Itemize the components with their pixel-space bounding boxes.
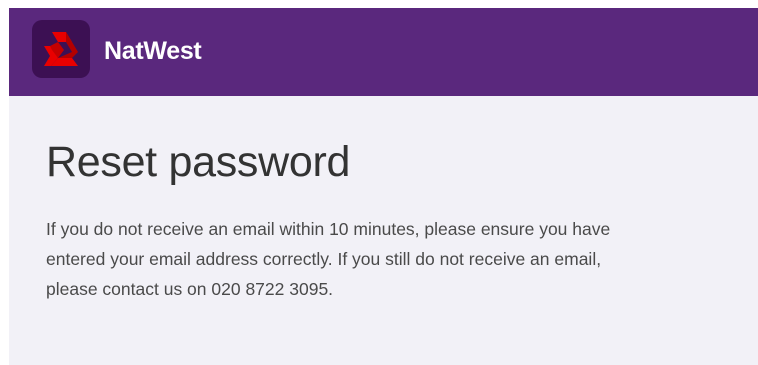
main-content: Reset password If you do not receive an … xyxy=(46,134,626,304)
page-title: Reset password xyxy=(46,138,351,186)
natwest-chevrons-icon xyxy=(44,32,78,66)
natwest-logo-icon[interactable] xyxy=(32,20,90,78)
reset-info-message: If you do not receive an email within 10… xyxy=(46,219,611,299)
page-frame: NatWest Reset password If you do not rec… xyxy=(9,8,758,365)
site-header: NatWest xyxy=(9,8,758,96)
brand-name: NatWest xyxy=(104,37,202,65)
